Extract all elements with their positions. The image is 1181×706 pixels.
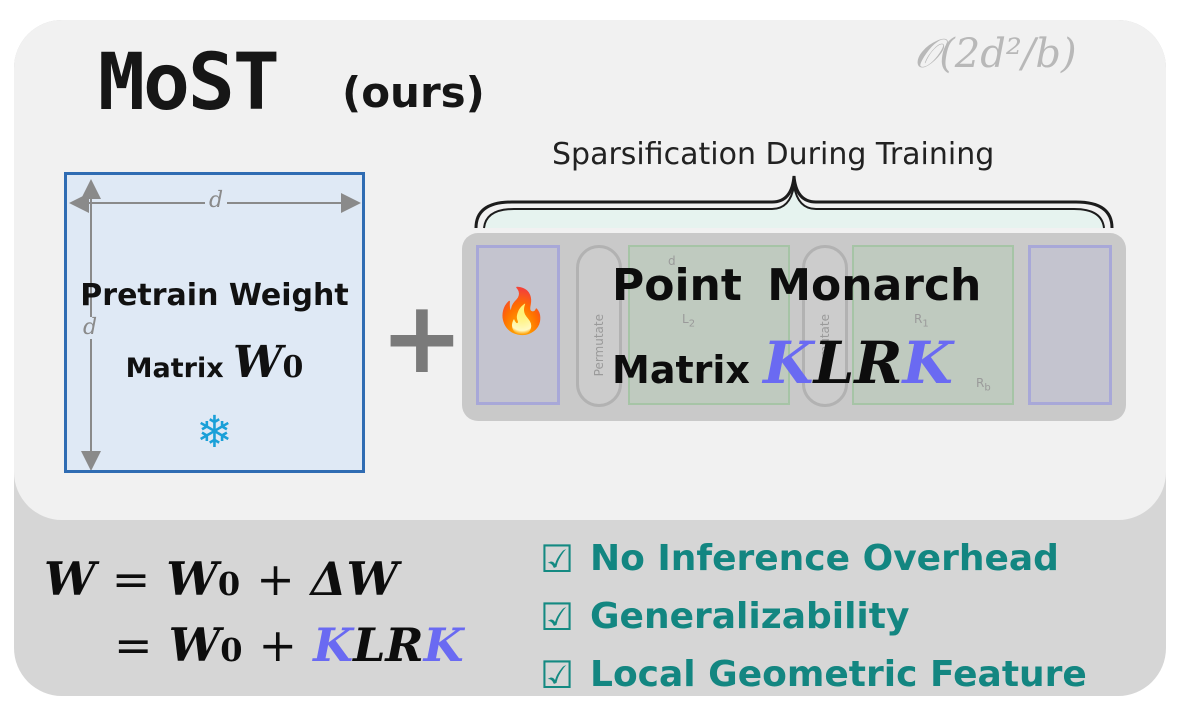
pretrain-weight-box: d d Pretrain Weight Matrix W0 ❄ [64,172,365,473]
benefits-list: ☑ No Inference Overhead ☑ Generalizabili… [540,530,1087,704]
benefit-item: ☑ Local Geometric Feature [540,646,1087,704]
eq1-term1: W [166,552,218,606]
eq2-plus: + [258,618,298,672]
brace-inner [483,185,1105,229]
monarch-symbol-lr: LR [813,329,903,397]
monarch-label-line2: Matrix KLRK [612,334,953,392]
ghost-block-r-label: R1 [914,312,929,330]
benefit-label: Local Geometric Feature [590,654,1087,695]
monarch-label-line1: Point Monarch [612,260,982,311]
method-title: MoST [98,38,280,128]
ghost-block-right [1028,245,1112,405]
monarch-matrix-word: Matrix [612,348,750,392]
dimension-label-left: d [79,317,102,339]
eq2-lr: LR [353,618,424,672]
complexity-label: 𝒪(2d²/b) [914,31,1077,77]
checkbox-icon: ☑ [540,653,575,697]
eq1-term2: ΔW [310,552,399,606]
eq2-term1: W [168,618,221,672]
checkbox-icon: ☑ [540,595,575,639]
monarch-symbol-k2: K [902,329,953,397]
ghost-block-l-label: L2 [682,312,696,330]
monarch-symbol-k1: K [763,329,814,397]
eq2-k2: K [423,618,464,672]
pretrain-label-line1: Pretrain Weight [80,278,349,313]
sparsification-brace [474,175,1114,229]
pretrain-weight-symbol: W [233,337,283,388]
equation-line2: = W0 + KLRK [114,622,464,668]
benefit-label: No Inference Overhead [590,538,1059,579]
eq2-equals: = [114,618,153,672]
benefit-label: Generalizability [590,596,910,637]
snowflake-icon: ❄ [196,407,233,458]
checkbox-icon: ☑ [540,537,575,581]
method-title-suffix: (ours) [342,68,485,117]
monarch-symbol: KLRK [763,329,953,397]
benefit-item: ☑ Generalizability [540,588,1087,646]
eq1-equals: = [111,552,151,606]
equation-line1: W = W0 + ΔW [44,556,398,602]
eq1-plus: + [256,552,295,606]
ghost-permute-left-label: Permutate [592,314,606,377]
eq1-term1-sub: 0 [217,565,241,603]
dimension-label-top: d [205,190,228,212]
flame-icon: 🔥 [494,286,549,337]
pretrain-label-line2: Matrix W0 [67,341,362,385]
pretrain-matrix-word: Matrix [125,353,224,384]
plus-sign: + [380,279,464,396]
eq1-lhs: W [44,552,96,606]
benefit-item: ☑ No Inference Overhead [540,530,1087,588]
eq2-term1-sub: 0 [220,631,243,669]
sparsification-label: Sparsification During Training [552,137,995,172]
pretrain-weight-subscript: 0 [282,350,304,385]
ghost-block-r-bottom-label: Rb [976,376,991,394]
eq2-k1: K [313,618,354,672]
